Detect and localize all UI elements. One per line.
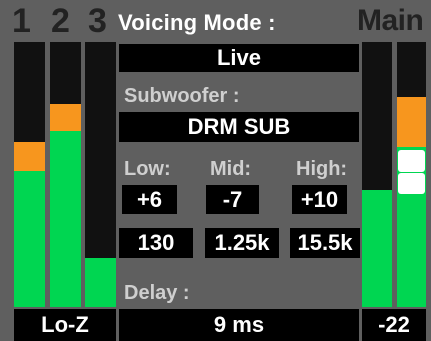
main-label: Main [357, 4, 424, 37]
channel-2-label: 2 [51, 2, 70, 40]
channel-3-meter-level [85, 258, 116, 307]
main-fader-handle-top[interactable] [398, 150, 425, 172]
channel-1-meter-peak [14, 142, 45, 171]
channel-3-label: 3 [88, 2, 107, 40]
delay-value[interactable]: 9 ms [119, 309, 359, 341]
eq-mid-label: Mid: [210, 158, 252, 180]
subwoofer-label: Subwoofer : [124, 85, 240, 107]
voicing-mode-label: Voicing Mode : [118, 10, 276, 35]
main-right-meter-peak [397, 97, 426, 147]
eq-high-gain[interactable]: +10 [292, 185, 347, 214]
eq-mid-freq[interactable]: 1.25k [205, 228, 279, 258]
delay-label: Delay : [124, 282, 190, 304]
eq-mid-gain[interactable]: -7 [206, 185, 259, 214]
main-level-value[interactable]: -22 [362, 309, 426, 341]
eq-low-freq[interactable]: 130 [119, 228, 193, 258]
main-left-meter [362, 42, 392, 307]
channel-1-label: 1 [12, 2, 31, 40]
channel-1-meter [14, 42, 45, 307]
channel-2-meter-peak [50, 104, 81, 131]
voicing-mode-value[interactable]: Live [119, 44, 359, 72]
channel-1-meter-level [14, 171, 45, 307]
eq-low-gain[interactable]: +6 [122, 185, 177, 214]
channel-2-meter-level [50, 131, 81, 307]
channel-2-meter [50, 42, 81, 307]
main-fader-handle-bottom[interactable] [398, 173, 425, 194]
speaker-control-screen: 1 2 3 Voicing Mode : Main Live Subwoofer… [0, 0, 431, 341]
eq-low-label: Low: [124, 158, 171, 180]
eq-high-label: High: [296, 158, 348, 180]
input-mode-value[interactable]: Lo-Z [14, 309, 116, 341]
subwoofer-value[interactable]: DRM SUB [119, 112, 359, 142]
eq-high-freq[interactable]: 15.5k [290, 228, 360, 258]
main-left-meter-level [362, 190, 392, 307]
channel-3-meter [85, 42, 116, 307]
